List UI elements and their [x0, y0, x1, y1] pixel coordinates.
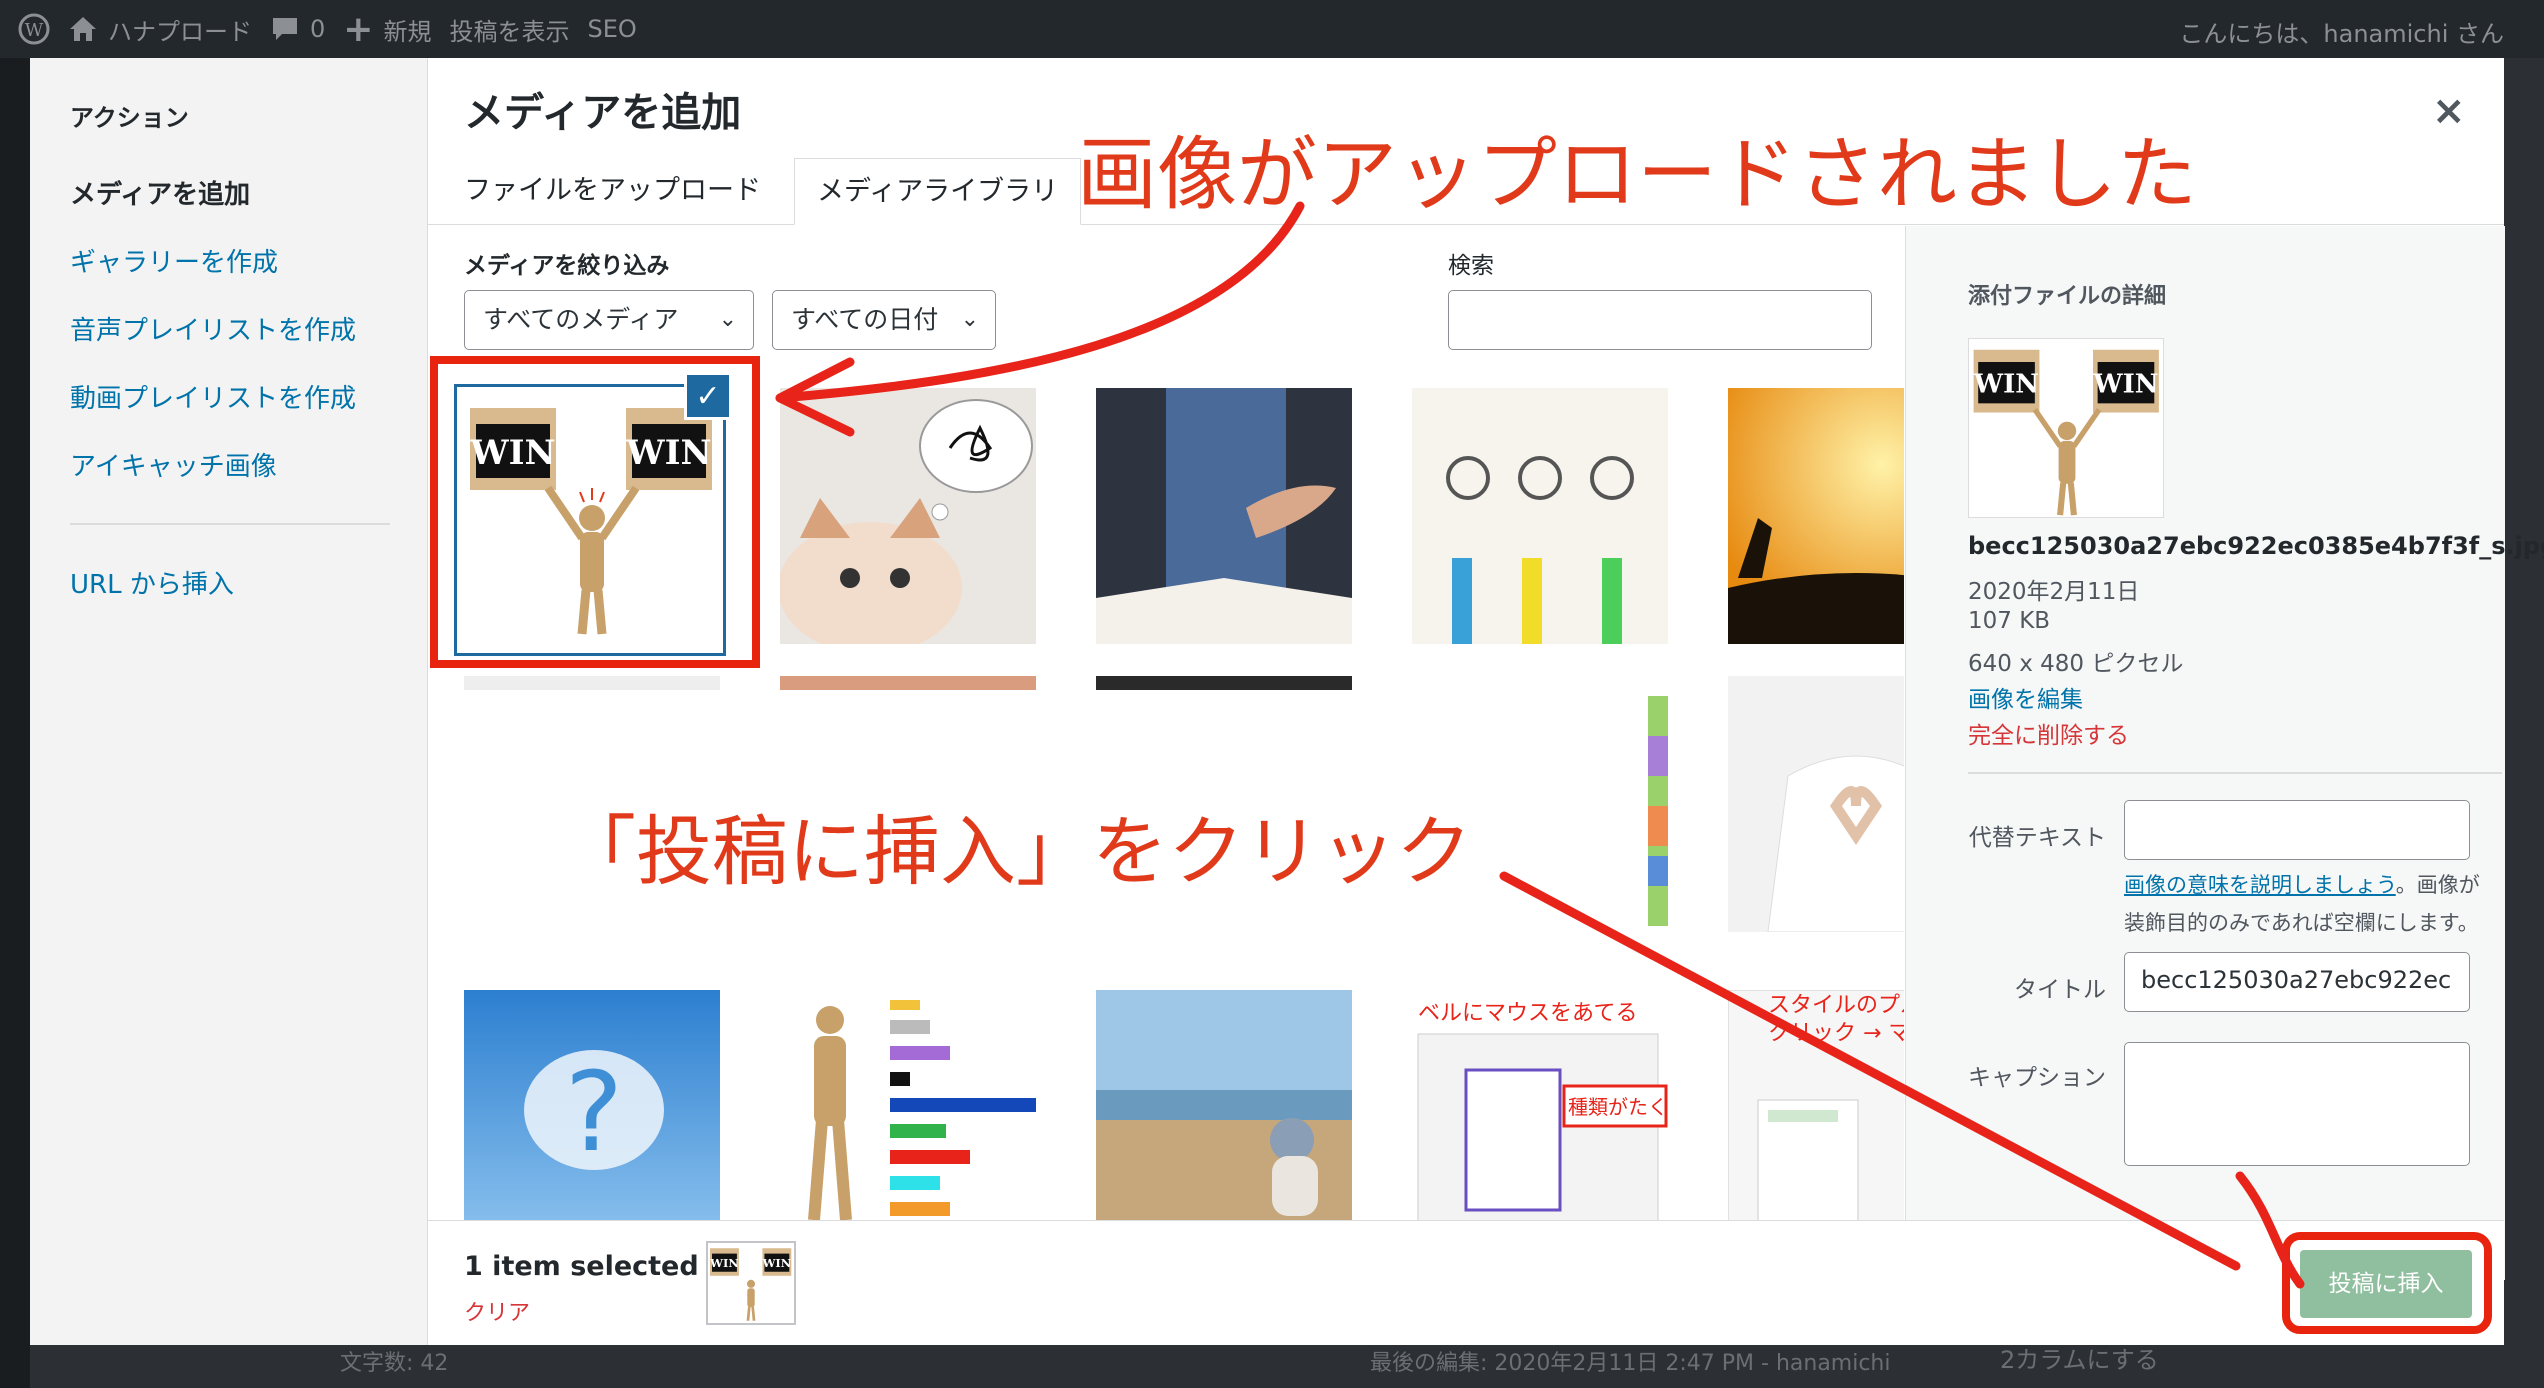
- annotation-arrows: [775, 201, 2305, 1289]
- arrowhead-insert-icon: [2235, 1171, 2305, 1289]
- arrow-to-thumbnail: [775, 201, 1305, 403]
- arrow-to-insert: [1499, 871, 2241, 1271]
